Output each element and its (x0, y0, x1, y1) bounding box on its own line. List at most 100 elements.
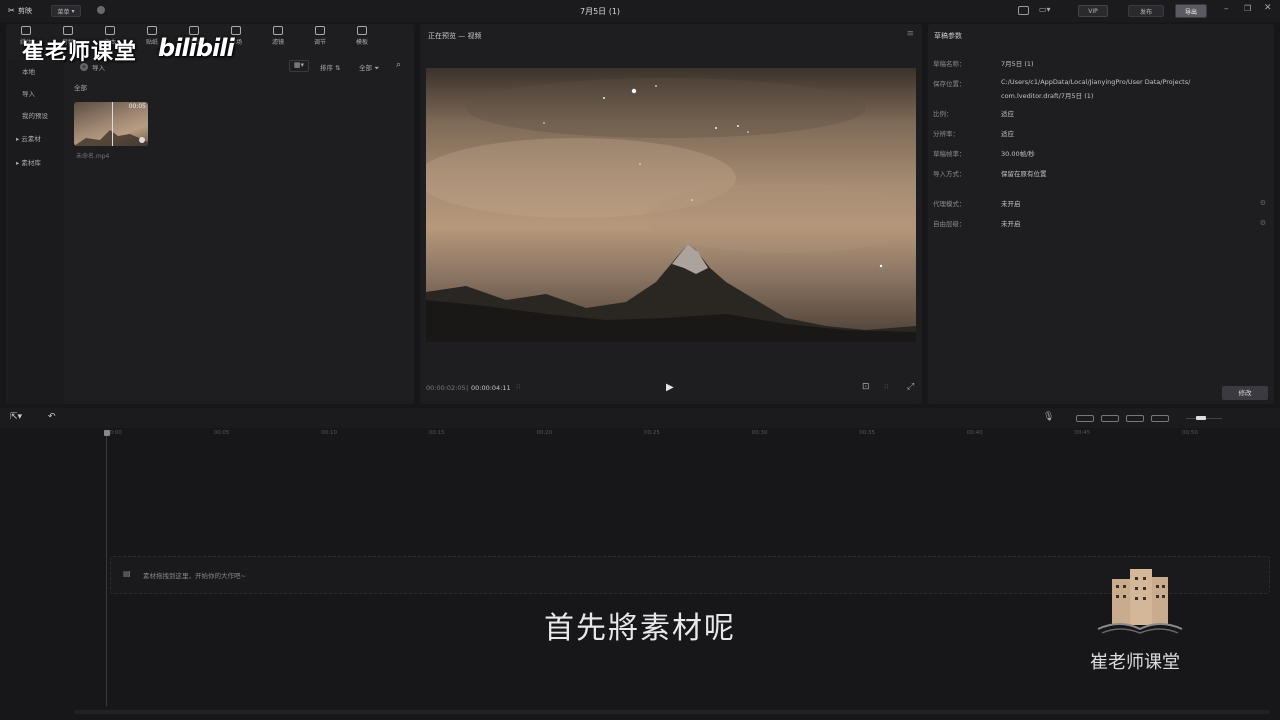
main-track-icon[interactable] (1151, 415, 1169, 422)
maximize-icon[interactable]: ❐ (1244, 4, 1251, 13)
app-logo-icon: ✂ (8, 6, 15, 15)
add-clip-icon[interactable] (139, 137, 145, 143)
search-icon[interactable]: ⌕ (396, 60, 401, 70)
filter-icon (273, 26, 283, 35)
media-panel (6, 24, 414, 404)
close-icon[interactable]: ✕ (1264, 3, 1272, 13)
project-title: 7月5日 (1) (580, 7, 621, 16)
ruler-tick: 00:25 (644, 430, 660, 436)
draft-field-label: 草稿名称： (933, 60, 966, 68)
play-icon[interactable]: ▶ (666, 382, 674, 393)
minimize-icon[interactable]: – (1224, 4, 1229, 14)
hover-playhead (112, 102, 113, 146)
template-icon (357, 26, 367, 35)
menu-button[interactable]: 菜单 ▾ (51, 5, 81, 17)
draft-field-value: 未开启 (1001, 200, 1021, 208)
edit-draft-button[interactable]: 修改 (1222, 386, 1268, 400)
sidebar-item-presets[interactable]: 我的预设 (22, 110, 48, 120)
plus-icon: + (80, 63, 88, 71)
draft-field-value: com.lveditor.draft/7月5日 (1) (1001, 92, 1094, 100)
section-label: 全部 (74, 84, 87, 92)
undo-icon[interactable]: ↶ (48, 412, 56, 422)
zoom-slider-handle[interactable] (1196, 416, 1206, 420)
bilibili-logo: bilibili (158, 34, 235, 62)
draft-field-value: 30.00帧/秒 (1001, 150, 1035, 158)
microphone-icon[interactable]: 🎙 (1043, 412, 1054, 422)
preview-header: 正在预览 — 视频 (428, 32, 482, 40)
sidebar-item-cloud[interactable]: ▸ 云素材 (16, 133, 41, 143)
ruler-tick: 00:30 (751, 430, 768, 436)
sort-button[interactable]: 排序 ⇅ (320, 62, 341, 72)
select-tool-icon[interactable]: ⇱▾ (10, 412, 22, 422)
ruler-tick: 00:05 (213, 430, 230, 436)
fullscreen-icon[interactable]: ⤢ (907, 382, 914, 392)
adjust-icon (315, 26, 325, 35)
playhead-handle[interactable] (104, 430, 110, 436)
timeline-toolbar: ⇱▾ ↶ 🎙 (0, 408, 1280, 428)
title-bar: ✂ 剪映 菜单 ▾ 7月5日 (1) ▭▾ VIP 发布 导出 – ❐ ✕ (0, 0, 1280, 22)
preview-menu-icon[interactable]: ≡ (906, 29, 914, 39)
draft-panel: 草稿参数 草稿名称： 7月5日 (1) 保存位置： C:/Users/c1/AppDa… (928, 24, 1274, 404)
clip-name: 未命名.mp4 (76, 153, 110, 160)
draft-field-label: 保存位置： (933, 80, 966, 88)
link-track-icon[interactable] (1076, 415, 1094, 422)
playhead[interactable] (106, 430, 107, 706)
import-button[interactable]: + 导入 (80, 62, 105, 72)
shortcut-icon[interactable] (1018, 6, 1029, 15)
ratio-icon[interactable]: ⁝⁝ (884, 383, 888, 391)
draft-field-label: 代理模式： (933, 200, 966, 208)
grid-view-icon[interactable]: ▦▾ (289, 60, 309, 72)
timecode-format-icon[interactable]: ⁝⁝ (516, 383, 520, 391)
clip-duration: 00:05 (128, 103, 146, 110)
tool-template[interactable]: 模板 (348, 26, 376, 48)
sidebar-item-local[interactable]: 本地 (22, 66, 35, 76)
drop-hint: 素材拖拽到这里，开始你的大作吧~ (143, 572, 246, 580)
sidebar-item-import[interactable]: 导入 (22, 88, 35, 98)
ruler-tick: 00:15 (428, 430, 445, 436)
export-button[interactable]: 导出 (1175, 4, 1207, 18)
app-name: 剪映 (18, 7, 32, 15)
layer-settings-icon[interactable]: ⚙ (1260, 219, 1266, 227)
sidebar-item-library[interactable]: ▸ 素材库 (16, 157, 41, 167)
sticker-icon (147, 26, 157, 35)
ruler-tick: 00:50 (1182, 430, 1198, 436)
mountain-scene (426, 78, 916, 342)
media-clip-thumbnail[interactable]: 00:05 (74, 102, 148, 146)
draft-field-value: 适应 (1001, 130, 1014, 138)
draft-field-label: 分辨率： (933, 130, 959, 138)
ruler-tick: 00:20 (536, 430, 553, 436)
draft-field-label: 比例： (933, 110, 953, 118)
tool-adjust[interactable]: 调节 (306, 26, 334, 48)
tool-label: 滤镜 (271, 39, 284, 46)
draft-field-label: 自由层级： (933, 220, 966, 228)
filter-button[interactable]: 全部 ⏷ (359, 62, 379, 73)
tool-filter[interactable]: 滤镜 (264, 26, 292, 48)
screenshot-icon[interactable]: ⊡ (862, 382, 870, 392)
vip-badge[interactable]: VIP (1078, 5, 1108, 17)
draft-field-value: 7月5日 (1) (1001, 60, 1034, 68)
draft-field-value: 未开启 (1001, 220, 1021, 228)
video-subtitle: 首先將素材呢 (544, 611, 736, 646)
avatar[interactable] (97, 6, 105, 14)
tool-label: 调节 (313, 39, 326, 46)
timeline-scrollbar[interactable] (74, 710, 1270, 714)
building-book-icon (1097, 569, 1183, 634)
draft-header: 草稿参数 (934, 32, 962, 40)
film-icon: ▤ (123, 569, 131, 578)
preview-axis-icon[interactable] (1126, 415, 1144, 422)
layout-icon[interactable]: ▭▾ (1039, 5, 1051, 14)
proxy-settings-icon[interactable]: ⚙ (1260, 199, 1266, 207)
snap-icon[interactable] (1101, 415, 1119, 422)
publish-button[interactable]: 发布 (1128, 5, 1164, 17)
draft-field-value: C:/Users/c1/AppData/Local/JianyingPro/Us… (1001, 78, 1191, 86)
timeline-ruler: 00:00 00:05 00:10 00:15 00:20 00:25 00:30 00:35… (106, 430, 1276, 442)
video-preview[interactable] (426, 68, 916, 342)
ruler-tick: 00:35 (859, 430, 876, 436)
watermark-bottom-text: 崔老师课堂 (1090, 652, 1180, 673)
watermark-logo (1094, 565, 1186, 637)
tool-label: 模板 (355, 39, 368, 46)
ruler-tick: 00:45 (1074, 430, 1091, 436)
draft-field-value: 保留在原有位置 (1001, 170, 1047, 178)
ruler-tick: 00:10 (321, 430, 338, 436)
ruler-tick: 00:40 (966, 430, 983, 436)
